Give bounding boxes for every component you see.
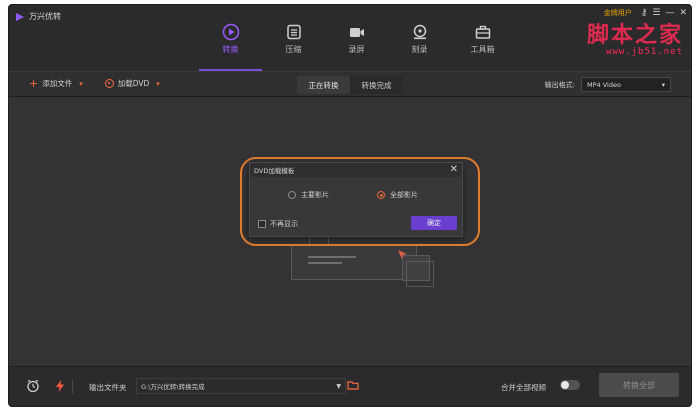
close-icon[interactable]: ✕: [450, 165, 458, 175]
output-format-select[interactable]: MP4 Video ▾: [581, 77, 671, 92]
empty-state-square: [406, 261, 434, 287]
chevron-down-icon: ▾: [661, 80, 665, 89]
load-dvd-label: 加载DVD: [117, 79, 150, 88]
convert-tabs: 正在转换 转换完成: [297, 76, 403, 94]
compress-icon: [286, 24, 301, 40]
dialog-title: DVD加载模板: [254, 167, 295, 175]
burn-icon: [413, 24, 426, 40]
nav-toolbox-label: 工具箱: [470, 45, 495, 54]
alarm-clock-icon[interactable]: [26, 379, 40, 393]
disc-icon: [104, 79, 114, 88]
nav-convert-label: 转换: [222, 45, 239, 54]
dont-show-label: 不再显示: [270, 220, 298, 228]
watermark-url: www.jb51.net: [605, 47, 683, 57]
load-dvd-button[interactable]: 加载DVD ▾: [104, 78, 160, 89]
tab-converting[interactable]: 正在转换: [297, 76, 350, 94]
app-title: 万兴优转: [29, 12, 61, 21]
chevron-down-icon: ▼: [336, 382, 341, 390]
add-file-button[interactable]: + 添加文件 ▾: [29, 78, 83, 89]
record-screen-icon: [349, 28, 364, 37]
divider: [72, 379, 73, 394]
tab-converted[interactable]: 转换完成: [350, 76, 403, 94]
logo-icon: [16, 12, 24, 21]
radio-circle: [377, 191, 385, 199]
nav-compress[interactable]: 压缩: [262, 5, 325, 71]
key-icon[interactable]: ⚷: [641, 8, 648, 18]
dialog-header: DVD加载模板 ✕: [250, 163, 462, 177]
nav-toolbox[interactable]: 工具箱: [451, 5, 514, 71]
cursor-icon: [398, 250, 407, 259]
main-nav: 转换 压缩 录屏 刻录 工具箱: [199, 5, 514, 71]
app-logo: 万兴优转: [15, 11, 61, 22]
watermark-text: 脚本之家: [586, 22, 683, 48]
chevron-down-icon[interactable]: ▾: [156, 80, 160, 88]
placeholder-line: [308, 256, 356, 258]
member-badge[interactable]: 金牌用户: [604, 8, 632, 18]
radio-all-movies-label: 全部影片: [390, 191, 418, 199]
radio-main-movie-label: 主要影片: [301, 191, 329, 199]
nav-burn[interactable]: 刻录: [388, 5, 451, 71]
merge-all-label: 合并全部视频: [501, 383, 546, 392]
checkbox-box: [258, 220, 266, 228]
convert-icon: [222, 23, 239, 41]
radio-all-movies[interactable]: 全部影片: [377, 190, 418, 200]
placeholder-line: [308, 262, 342, 264]
open-folder-icon[interactable]: [347, 379, 359, 391]
output-folder-path: G:\万兴优转\转换完成: [141, 383, 205, 391]
nav-compress-label: 压缩: [285, 45, 302, 54]
toolbox-icon: [475, 25, 490, 39]
output-folder-label: 输出文件夹: [89, 383, 127, 392]
add-file-label: 添加文件: [42, 79, 73, 88]
output-format-value: MP4 Video: [587, 80, 621, 89]
site-watermark: 脚本之家 www.jb51.net: [587, 17, 683, 57]
lightning-icon[interactable]: [53, 379, 67, 393]
toolbar: + 添加文件 ▾ 加载DVD ▾ 正在转换 转换完成 输出格式: MP4 Vid…: [9, 71, 691, 97]
menu-icon[interactable]: ☰: [652, 8, 660, 18]
dvd-mode-radio-group: 主要影片 全部影片: [288, 190, 418, 200]
radio-main-movie[interactable]: 主要影片: [288, 190, 329, 200]
merge-all-toggle[interactable]: [560, 380, 580, 390]
dvd-load-dialog: DVD加载模板 ✕ 主要影片 全部影片 不再显示 确定: [249, 162, 463, 237]
plus-icon: +: [29, 76, 39, 90]
title-bar: 万兴优转 转换 压缩 录屏 刻录 工具箱 金牌用户 ⚷ ☰ — ✕ 脚本之家 w…: [9, 5, 691, 71]
nav-convert[interactable]: 转换: [199, 5, 262, 71]
output-folder-select[interactable]: G:\万兴优转\转换完成 ▼: [136, 378, 346, 394]
close-icon[interactable]: ✕: [679, 8, 687, 18]
chevron-down-icon[interactable]: ▾: [79, 80, 83, 88]
minimize-icon[interactable]: —: [665, 8, 674, 18]
dont-show-checkbox[interactable]: 不再显示: [258, 219, 298, 229]
radio-circle: [288, 191, 296, 199]
convert-all-button[interactable]: 转换全部: [599, 373, 679, 397]
nav-record-screen[interactable]: 录屏: [325, 5, 388, 71]
output-format-label: 输出格式:: [544, 80, 575, 89]
ok-button[interactable]: 确定: [411, 216, 457, 230]
app-window: 万兴优转 转换 压缩 录屏 刻录 工具箱 金牌用户 ⚷ ☰ — ✕ 脚本之家 w…: [8, 4, 692, 407]
nav-burn-label: 刻录: [411, 45, 428, 54]
footer-bar: 输出文件夹 G:\万兴优转\转换完成 ▼ 合并全部视频 转换全部: [9, 366, 691, 406]
nav-record-screen-label: 录屏: [348, 45, 365, 54]
window-controls: 金牌用户 ⚷ ☰ — ✕: [604, 8, 687, 18]
